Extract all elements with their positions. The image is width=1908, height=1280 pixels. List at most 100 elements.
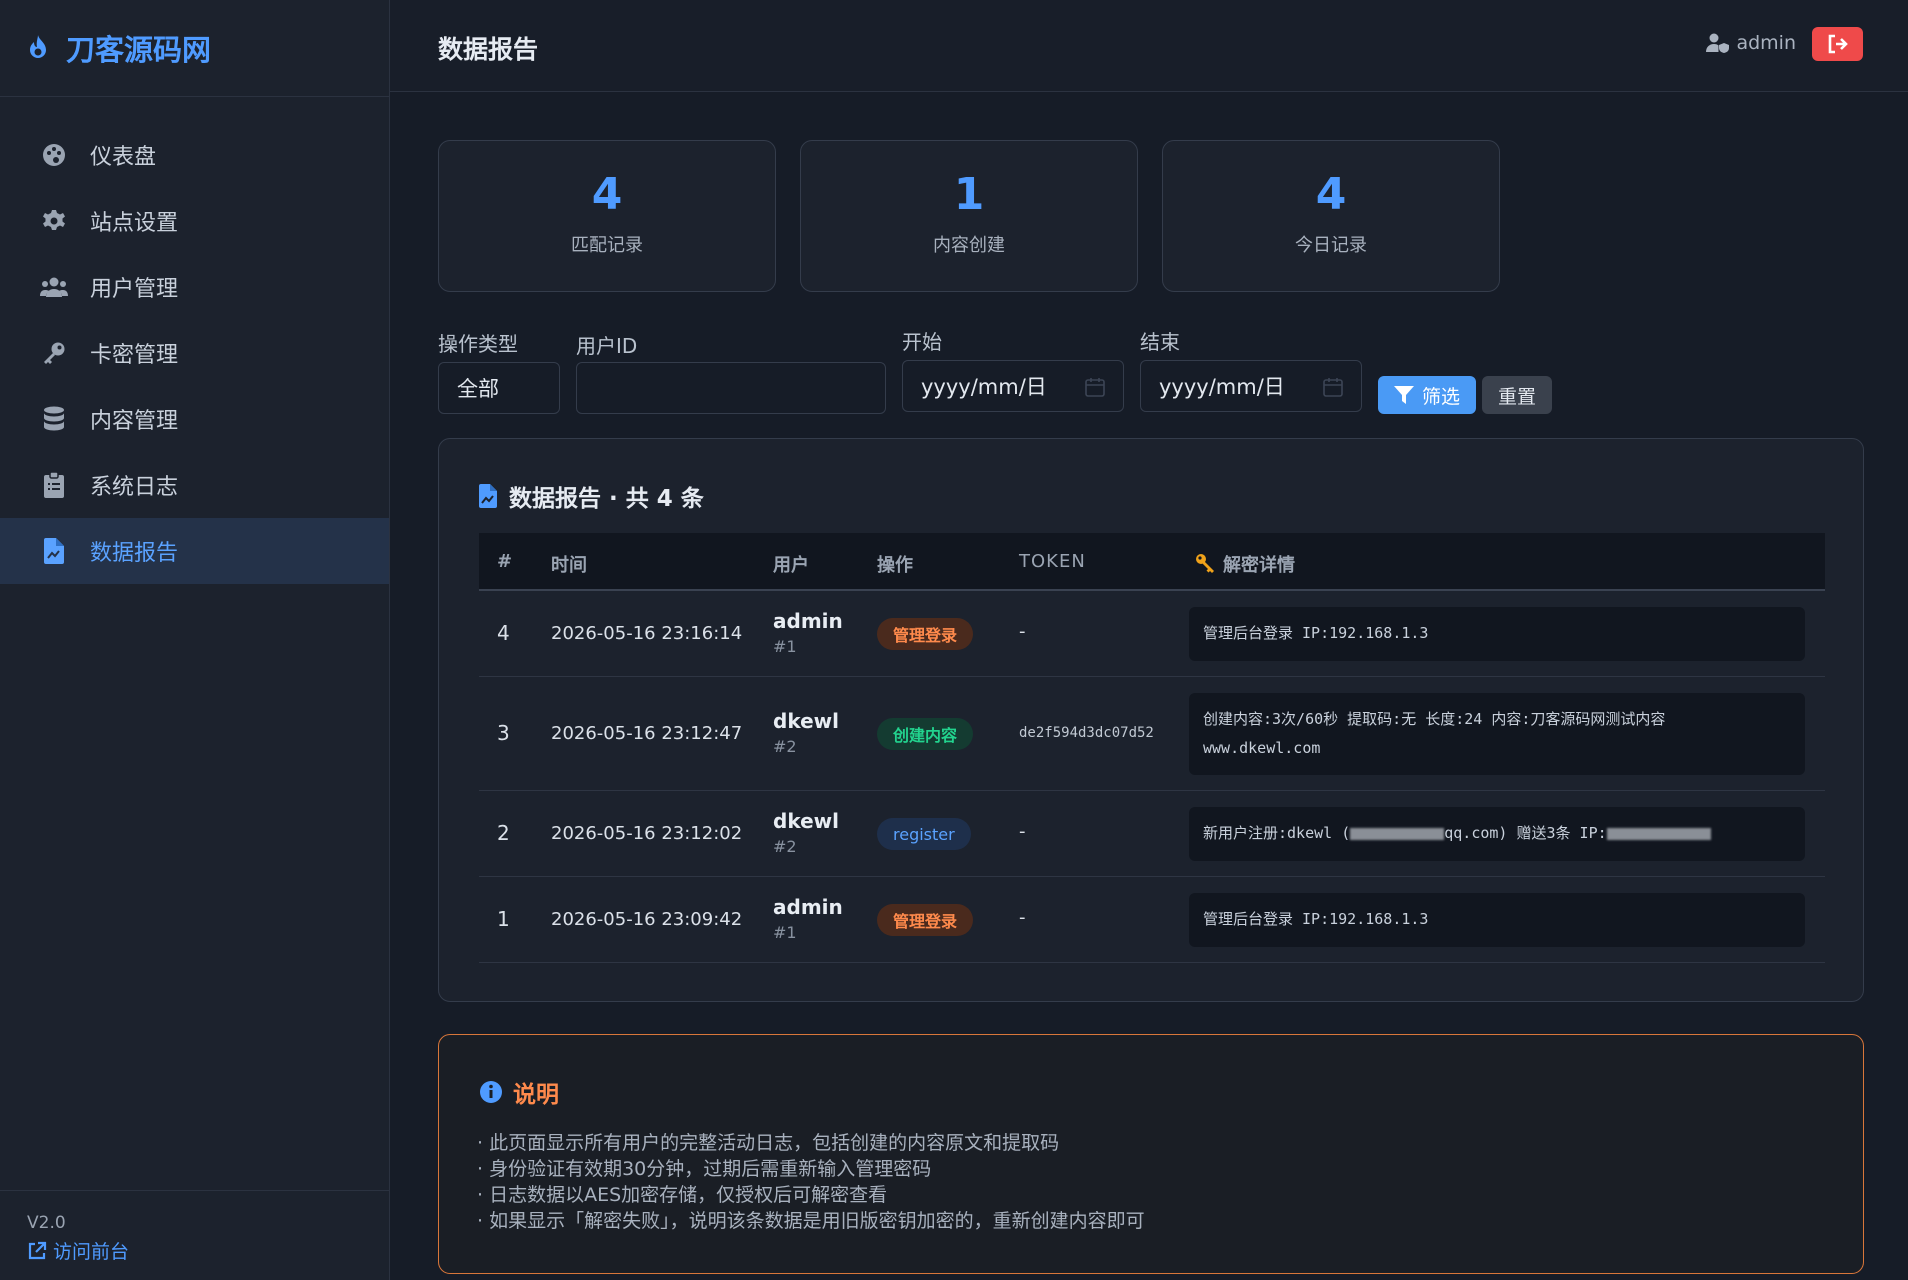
sidebar-item-content[interactable]: 内容管理 xyxy=(0,386,389,452)
detail-prefix: 新用户注册:dkewl ( xyxy=(1203,824,1351,842)
brand[interactable]: 刀客源码网 xyxy=(0,0,389,97)
sidebar-item-label: 仪表盘 xyxy=(90,145,157,170)
row-token: - xyxy=(1019,907,1026,928)
table-row[interactable]: 1 2026-05-16 23:09:42 admin #1 管理登录 - 管理… xyxy=(479,877,1825,963)
topbar: 数据报告 admin xyxy=(390,0,1908,92)
row-time: 2026-05-16 23:09:42 xyxy=(551,909,743,930)
row-user[interactable]: admin xyxy=(773,895,843,919)
row-user[interactable]: dkewl xyxy=(773,809,839,833)
column-header: TOKEN xyxy=(1019,551,1086,572)
row-detail: 创建内容:3次/60秒 提取码:无 长度:24 内容:刀客源码网测试内容 www… xyxy=(1189,693,1805,775)
users-icon xyxy=(40,273,68,301)
stat-label: 匹配记录 xyxy=(571,235,643,256)
sidebar-item-label: 内容管理 xyxy=(90,409,179,434)
column-header-detail: 解密详情 xyxy=(1195,551,1295,577)
column-header: 用户 xyxy=(773,555,809,576)
calendar-icon[interactable] xyxy=(1323,377,1343,397)
sidebar-item-label: 站点设置 xyxy=(90,211,179,236)
userid-input[interactable] xyxy=(576,362,886,414)
stat-card-created: 1 内容创建 xyxy=(800,140,1138,292)
visit-frontend-link[interactable]: 访问前台 xyxy=(27,1237,390,1264)
end-date-input[interactable]: yyyy/mm/日 xyxy=(1140,360,1362,412)
stat-value: 4 xyxy=(591,169,623,220)
notice-line: · 身份验证有效期30分钟，过期后需重新输入管理密码 xyxy=(477,1158,932,1180)
row-detail: 新用户注册:dkewl (qq.com) 赠送3条 IP: xyxy=(1189,807,1805,861)
notice-line: · 此页面显示所有用户的完整活动日志，包括创建的内容原文和提取码 xyxy=(477,1132,1060,1154)
row-time: 2026-05-16 23:12:47 xyxy=(551,723,743,744)
logout-icon xyxy=(1828,34,1848,54)
logout-button[interactable] xyxy=(1812,27,1863,61)
table-row[interactable]: 3 2026-05-16 23:12:47 dkewl #2 创建内容 de2f… xyxy=(479,677,1825,791)
column-header: 时间 xyxy=(551,555,587,576)
row-id: 4 xyxy=(497,621,510,645)
row-token: - xyxy=(1019,821,1026,842)
table-header: # 时间 用户 操作 TOKEN 解密详情 xyxy=(479,533,1825,591)
row-user[interactable]: admin xyxy=(773,609,843,633)
gear-icon xyxy=(40,207,68,235)
filter-button[interactable]: 筛选 xyxy=(1378,376,1476,414)
username: admin xyxy=(1736,32,1796,54)
flame-icon xyxy=(30,35,46,58)
file-chart-icon xyxy=(479,484,497,508)
userid-filter-label: 用户ID xyxy=(576,334,638,358)
column-header: 操作 xyxy=(877,555,913,576)
notice-line: · 日志数据以AES加密存储，仅授权后可解密查看 xyxy=(477,1184,888,1206)
start-date-input[interactable]: yyyy/mm/日 xyxy=(902,360,1124,412)
sidebar-item-data-report[interactable]: 数据报告 xyxy=(0,518,389,584)
page-title: 数据报告 xyxy=(438,35,539,64)
key-icon xyxy=(1196,554,1214,573)
action-badge: 管理登录 xyxy=(877,904,974,936)
user-shield-icon xyxy=(1706,33,1730,53)
type-select[interactable]: 全部 xyxy=(438,362,560,414)
column-header-label: 解密详情 xyxy=(1223,555,1295,576)
row-detail: 管理后台登录 IP:192.168.1.3 xyxy=(1189,893,1805,947)
action-badge: register xyxy=(877,818,971,850)
sidebar-item-label: 数据报告 xyxy=(90,541,179,566)
start-date-value: yyyy/mm/日 xyxy=(921,375,1047,399)
row-token[interactable]: de2f594d3dc07d52 xyxy=(1019,725,1154,741)
file-chart-icon xyxy=(40,537,68,565)
stat-label: 内容创建 xyxy=(933,235,1005,256)
info-icon xyxy=(480,1081,502,1103)
start-date-label: 开始 xyxy=(902,330,942,354)
row-detail: 管理后台登录 IP:192.168.1.3 xyxy=(1189,607,1805,661)
type-select-value: 全部 xyxy=(457,377,499,401)
report-card: 数据报告 · 共 4 条 # 时间 用户 操作 TOKEN 解密详情 4 202… xyxy=(438,438,1864,1002)
end-date-value: yyyy/mm/日 xyxy=(1159,375,1285,399)
palette-icon xyxy=(40,141,68,169)
notice-line: · 如果显示「解密失败」，说明该条数据是用旧版密钥加密的，重新创建内容即可 xyxy=(477,1210,1145,1232)
report-title-text: 数据报告 · 共 4 条 xyxy=(509,486,704,512)
row-id: 1 xyxy=(497,907,510,931)
table-row[interactable]: 2 2026-05-16 23:12:02 dkewl #2 register … xyxy=(479,791,1825,877)
sidebar-footer: V2.0 访问前台 xyxy=(0,1190,390,1280)
sidebar-item-logs[interactable]: 系统日志 xyxy=(0,452,389,518)
user-menu[interactable]: admin xyxy=(1706,32,1796,54)
sidebar-item-label: 系统日志 xyxy=(90,475,179,500)
reset-button[interactable]: 重置 xyxy=(1482,376,1552,414)
row-uid: #1 xyxy=(773,637,797,656)
action-badge: 管理登录 xyxy=(877,618,974,650)
row-uid: #2 xyxy=(773,737,797,756)
row-uid: #2 xyxy=(773,837,797,856)
sidebar-item-cards[interactable]: 卡密管理 xyxy=(0,320,389,386)
reset-button-label: 重置 xyxy=(1497,385,1536,408)
sidebar-item-site-settings[interactable]: 站点设置 xyxy=(0,188,389,254)
notice-title: 说明 xyxy=(479,1075,559,1109)
sidebar-item-users[interactable]: 用户管理 xyxy=(0,254,389,320)
report-title: 数据报告 · 共 4 条 xyxy=(479,479,704,513)
sidebar-item-label: 用户管理 xyxy=(90,277,179,302)
end-date-label: 结束 xyxy=(1140,330,1180,354)
row-user[interactable]: dkewl xyxy=(773,709,839,733)
calendar-icon[interactable] xyxy=(1085,377,1105,397)
column-header: # xyxy=(497,551,513,572)
sidebar-nav: 仪表盘 站点设置 用户管理 卡密管理 内容管理 系统日志 数据报告 xyxy=(0,97,389,584)
database-icon xyxy=(40,405,68,433)
stat-value: 4 xyxy=(1315,169,1347,220)
visit-frontend-label: 访问前台 xyxy=(53,1241,130,1263)
filter-icon xyxy=(1393,386,1414,404)
table-row[interactable]: 4 2026-05-16 23:16:14 admin #1 管理登录 - 管理… xyxy=(479,591,1825,677)
stat-card-today: 4 今日记录 xyxy=(1162,140,1500,292)
row-time: 2026-05-16 23:12:02 xyxy=(551,823,743,844)
row-id: 3 xyxy=(497,721,510,745)
sidebar-item-dashboard[interactable]: 仪表盘 xyxy=(0,122,389,188)
